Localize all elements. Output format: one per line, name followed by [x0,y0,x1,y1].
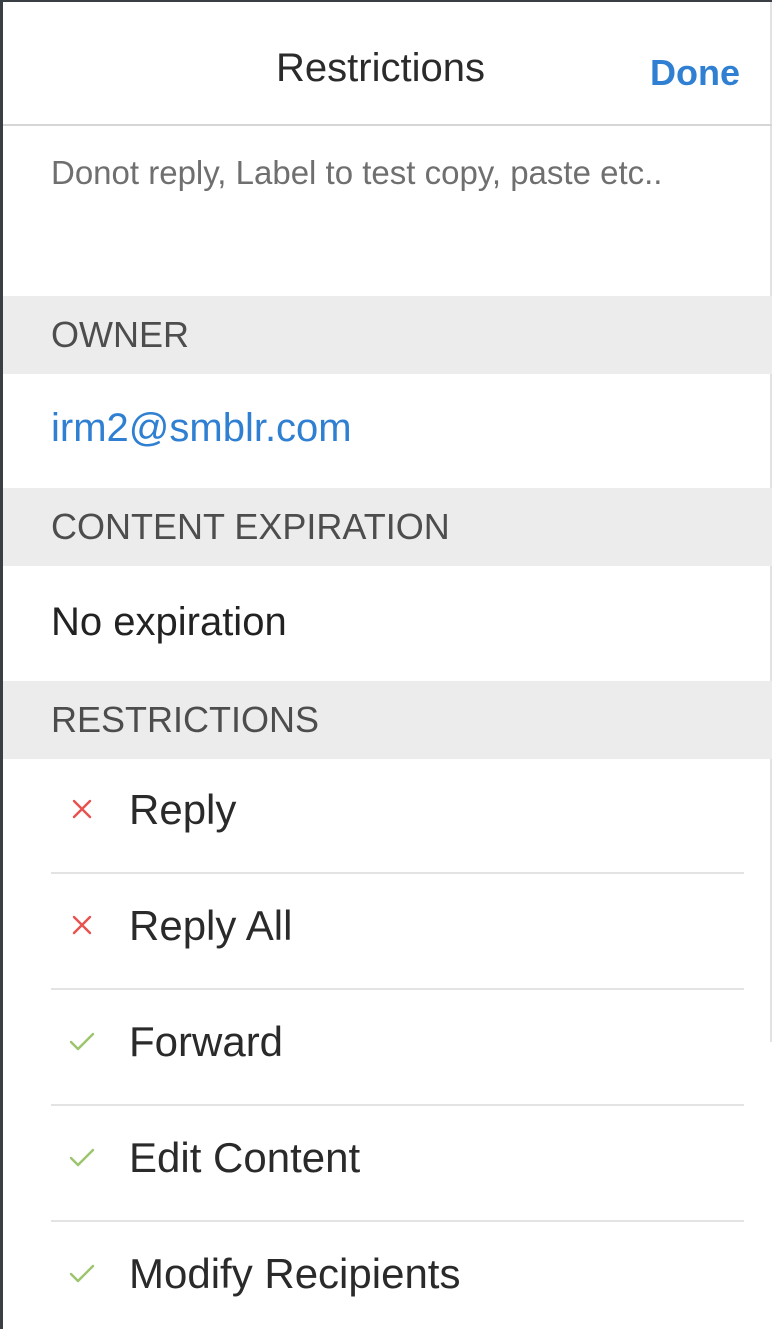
restriction-item-reply-all: Reply All [51,874,744,990]
check-icon [69,1148,95,1167]
cross-icon [72,799,92,819]
restriction-label: Edit Content [129,1134,361,1181]
restriction-item-edit-content: Edit Content [51,1106,744,1222]
restriction-item-reply: Reply [51,758,744,874]
expiration-section-title: CONTENT EXPIRATION [51,506,450,547]
restriction-label: Modify Recipients [129,1250,461,1297]
owner-email-link[interactable]: irm2@smblr.com [51,406,352,451]
cross-icon [72,915,92,935]
restriction-item-modify-recipients: Modify Recipients [51,1222,744,1329]
check-icon [69,1032,95,1051]
restriction-label: Forward [129,1018,284,1065]
expiration-value: No expiration [51,600,287,644]
restriction-item-forward: Forward [51,990,744,1106]
restriction-label: Reply [129,786,237,833]
restrictions-screen: Restrictions Done Donot reply, Label to … [0,0,772,1329]
navigation-bar: Restrictions Done [3,2,772,126]
done-button[interactable]: Done [650,52,740,94]
restrictions-section-title: RESTRICTIONS [51,699,320,740]
restriction-label: Reply All [129,902,293,949]
check-icon [69,1264,95,1283]
restrictions-section-header: RESTRICTIONS [3,681,772,759]
restriction-description: Donot reply, Label to test copy, paste e… [51,154,663,191]
owner-section-title: OWNER [51,314,189,355]
owner-section-header: OWNER [3,296,772,374]
expiration-section-header: CONTENT EXPIRATION [3,488,772,566]
